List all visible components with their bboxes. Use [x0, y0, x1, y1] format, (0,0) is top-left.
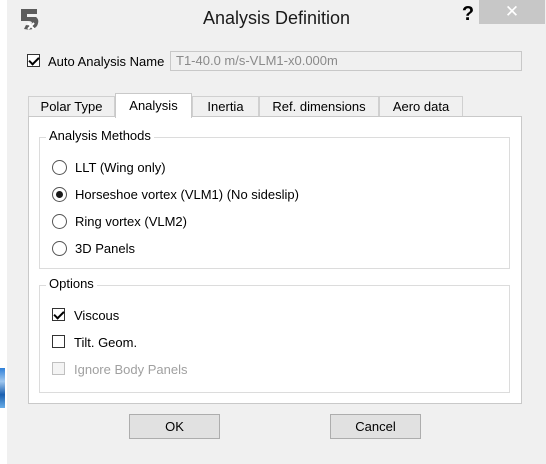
- background-window-edge: [0, 0, 7, 464]
- viscous-checkbox[interactable]: [52, 308, 65, 321]
- analysis-tab-panel: Analysis Methods LLT (Wing only) Horsesh…: [28, 116, 522, 404]
- options-group: Options Viscous Tilt. Geom. Ignore Body …: [39, 276, 510, 393]
- options-title: Options: [46, 276, 97, 291]
- vlm2-radio[interactable]: [52, 214, 67, 229]
- 3d-panels-radio[interactable]: [52, 241, 67, 256]
- llt-radio[interactable]: [52, 160, 67, 175]
- tab-aero-data[interactable]: Aero data: [379, 96, 463, 117]
- tab-ref-dimensions[interactable]: Ref. dimensions: [259, 96, 379, 117]
- close-button[interactable]: ✕: [479, 0, 545, 24]
- tilt-geom-checkbox[interactable]: [52, 335, 65, 348]
- 3d-panels-label: 3D Panels: [75, 241, 135, 256]
- vlm2-label: Ring vortex (VLM2): [75, 214, 187, 229]
- vlm1-label: Horseshoe vortex (VLM1) (No sideslip): [75, 187, 299, 202]
- ok-button[interactable]: OK: [129, 414, 220, 439]
- tab-inertia[interactable]: Inertia: [192, 96, 259, 117]
- cancel-button[interactable]: Cancel: [330, 414, 421, 439]
- close-icon: ✕: [504, 2, 520, 21]
- tilt-geom-label: Tilt. Geom.: [74, 335, 138, 350]
- viscous-label: Viscous: [74, 308, 120, 323]
- ignore-body-panels-label: Ignore Body Panels: [74, 362, 188, 377]
- analysis-name-field[interactable]: T1-40.0 m/s-VLM1-x0.000m: [170, 51, 522, 71]
- tab-analysis[interactable]: Analysis: [115, 93, 192, 118]
- analysis-methods-title: Analysis Methods: [46, 128, 154, 143]
- title-bar: Analysis Definition ? ✕: [7, 0, 546, 36]
- background-window-graphic: [0, 368, 5, 408]
- analysis-methods-group: Analysis Methods LLT (Wing only) Horsesh…: [39, 128, 510, 269]
- tab-polar-type[interactable]: Polar Type: [28, 96, 115, 117]
- auto-analysis-name-label: Auto Analysis Name: [48, 54, 165, 69]
- llt-label: LLT (Wing only): [75, 160, 166, 175]
- auto-analysis-name-checkbox[interactable]: [27, 54, 40, 67]
- help-button[interactable]: ?: [455, 2, 481, 26]
- vlm1-radio[interactable]: [52, 187, 67, 202]
- ignore-body-panels-checkbox: [52, 362, 65, 375]
